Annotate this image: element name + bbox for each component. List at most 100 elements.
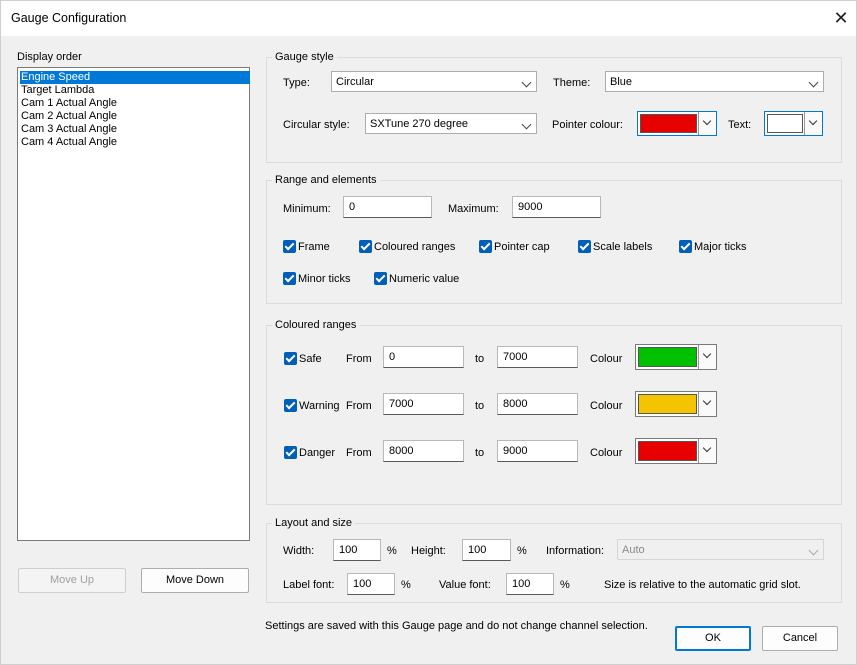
warning-from-input[interactable]: 7000 [383,393,464,415]
chevron-down-icon [808,545,819,556]
pointer-cap-checkbox[interactable] [479,240,492,253]
major-ticks-checkbox[interactable] [679,240,692,253]
safe-from-input[interactable]: 0 [383,346,464,368]
safe-to-input[interactable]: 7000 [497,346,578,368]
numeric-value-label: Numeric value [389,273,460,285]
to-label: to [475,353,485,365]
chevron-down-icon [521,77,532,88]
cancel-button[interactable]: Cancel [762,626,838,651]
list-item[interactable]: Target Lambda [20,84,250,97]
chevron-down-icon [698,439,716,463]
chevron-down-icon [521,119,532,130]
colour-label: Colour [590,447,623,459]
display-order-list[interactable]: Engine Speed Target Lambda Cam 1 Actual … [17,67,250,541]
gauge-style-title: Gauge style [272,50,337,64]
scale-labels-checkbox[interactable] [578,240,591,253]
maximum-input[interactable]: 9000 [512,196,601,218]
pointer-cap-label: Pointer cap [494,241,550,253]
width-label: Width: [283,545,315,557]
minimum-input[interactable]: 0 [343,196,432,218]
display-order-label: Display order [17,51,82,63]
information-label: Information: [546,545,605,557]
height-percent: % [517,545,527,557]
pointer-colour-swatch [640,114,697,133]
pointer-colour-picker[interactable] [637,111,717,136]
danger-from-input[interactable]: 8000 [383,440,464,462]
value-font-value: 100 [512,578,531,590]
major-ticks-label: Major ticks [694,241,747,253]
maximum-value: 9000 [518,201,543,213]
danger-checkbox[interactable] [284,446,297,459]
move-up-button[interactable]: Move Up [18,568,126,593]
danger-colour-swatch [638,441,697,461]
scale-labels-label: Scale labels [593,241,653,253]
safe-checkbox[interactable] [284,352,297,365]
frame-label: Frame [298,241,330,253]
width-value: 100 [339,544,358,556]
width-input[interactable]: 100 [333,539,381,561]
chevron-down-icon [698,392,716,416]
warning-to-input[interactable]: 8000 [497,393,578,415]
layout-size-title: Layout and size [272,516,356,530]
chevron-down-icon [804,112,822,135]
from-label: From [346,400,372,412]
information-value: Auto [622,544,645,556]
title-bar [0,0,857,36]
value-font-input[interactable]: 100 [506,573,554,595]
list-item[interactable]: Cam 1 Actual Angle [20,97,250,110]
from-label: From [346,353,372,365]
frame-checkbox[interactable] [283,240,296,253]
information-combo[interactable]: Auto [617,539,824,560]
circular-style-label: Circular style: [283,119,350,131]
warning-colour-swatch [638,394,697,414]
chevron-down-icon [808,77,819,88]
safe-colour-swatch [638,347,697,367]
coloured-ranges-label: Coloured ranges [374,241,456,253]
minor-ticks-checkbox[interactable] [283,272,296,285]
value-font-percent: % [560,579,570,591]
height-label: Height: [411,545,446,557]
circular-style-value: SXTune 270 degree [370,118,469,130]
danger-to-input[interactable]: 9000 [497,440,578,462]
warning-to-value: 8000 [503,398,528,410]
move-down-button[interactable]: Move Down [141,568,249,593]
text-colour-picker[interactable] [764,111,823,136]
range-elements-title: Range and elements [272,173,380,187]
safe-colour-picker[interactable] [635,344,717,370]
minimum-value: 0 [349,201,356,213]
text-colour-label: Text: [728,119,752,131]
warning-label: Warning [299,400,340,412]
list-item[interactable]: Cam 4 Actual Angle [20,136,250,149]
pointer-colour-label: Pointer colour: [552,119,623,131]
text-colour-swatch [767,114,803,133]
circular-style-combo[interactable]: SXTune 270 degree [365,113,537,134]
coloured-ranges-checkbox[interactable] [359,240,372,253]
list-item[interactable]: Engine Speed [20,71,250,84]
chevron-down-icon [698,112,716,135]
width-percent: % [387,545,397,557]
list-item[interactable]: Cam 3 Actual Angle [20,123,250,136]
maximum-label: Maximum: [448,203,499,215]
warning-colour-picker[interactable] [635,391,717,417]
numeric-value-checkbox[interactable] [374,272,387,285]
danger-label: Danger [299,447,336,459]
label-font-input[interactable]: 100 [347,573,395,595]
colour-label: Colour [590,353,623,365]
theme-combo[interactable]: Blue [605,71,824,92]
theme-label: Theme: [553,77,591,89]
danger-from-value: 8000 [389,445,414,457]
warning-checkbox[interactable] [284,399,297,412]
safe-label: Safe [299,353,322,365]
ok-button[interactable]: OK [675,626,751,651]
type-value: Circular [336,76,374,88]
close-icon[interactable]: ✕ [831,8,851,28]
list-item[interactable]: Cam 2 Actual Angle [20,110,250,123]
danger-to-value: 9000 [503,445,528,457]
height-input[interactable]: 100 [462,539,511,561]
warning-from-value: 7000 [389,398,414,410]
danger-colour-picker[interactable] [635,438,717,464]
label-font-percent: % [401,579,411,591]
colour-label: Colour [590,400,623,412]
type-combo[interactable]: Circular [331,71,537,92]
value-font-label: Value font: [439,579,491,591]
